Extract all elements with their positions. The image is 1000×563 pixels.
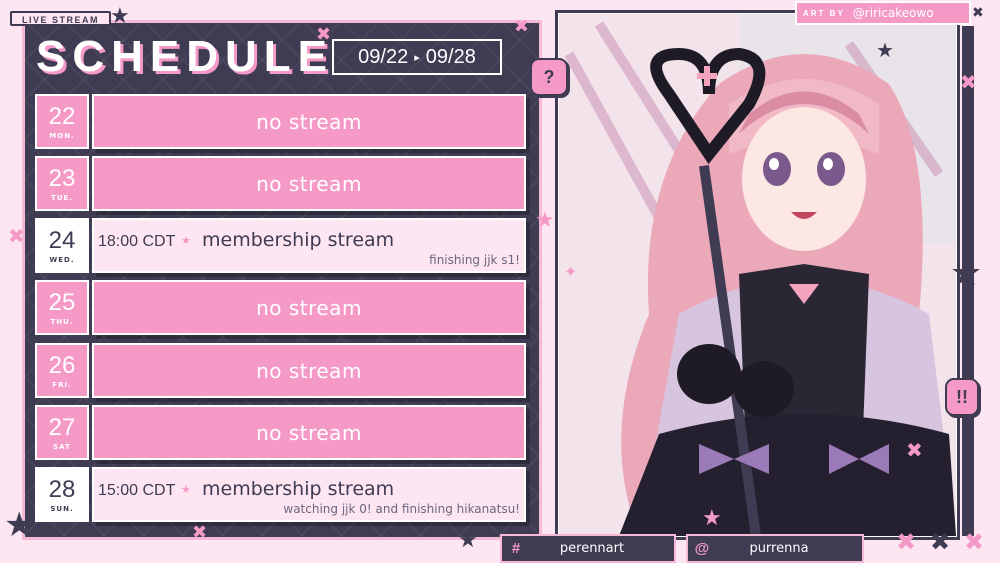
day-badge: 26 FRI. [35,343,89,398]
stream-status: no stream [256,109,362,134]
schedule-row-wed[interactable]: 24 WED. 18:00 CDT ★ membership stream fi… [35,218,526,273]
stream-note: finishing jjk s1! [429,253,520,267]
stream-time: 18:00 CDT [98,233,176,250]
social-name: purrenna [749,541,809,556]
row-content: 15:00 CDT ★ membership stream watching j… [92,467,526,522]
schedule-row-tue[interactable]: 23 TUE. no stream [35,156,526,211]
hashtag-icon: # [511,540,521,557]
sparkle-icon: ✦ [564,262,578,281]
day-badge: 22 MON. [35,94,89,149]
row-content: no stream [92,94,526,149]
row-content: no stream [92,405,526,460]
stream-status: no stream [256,171,362,196]
cross-icon: ✖ [964,528,985,556]
schedule-row-thu[interactable]: 25 THU. no stream [35,280,526,335]
social-handle[interactable]: @ purrenna [686,534,864,563]
day-number: 26 [48,351,76,379]
cross-icon: ✖ [972,5,984,21]
star-icon: ★ [950,253,983,294]
social-name: perennart [559,541,625,556]
stream-status: no stream [256,358,362,383]
stream-status: no stream [256,420,362,445]
row-content: no stream [92,280,526,335]
at-icon: @ [694,540,710,557]
character-artwork [559,14,956,536]
art-credit-handle: @riricakeowo [852,6,934,20]
day-badge: 24 WED. [35,218,89,273]
day-of-week: WED. [49,255,75,264]
exclaim-bubble-icon: !! [945,378,979,416]
day-number: 28 [48,475,76,503]
day-of-week: SUN. [50,504,74,513]
range-arrow-icon: ▸ [414,51,420,64]
row-content: 18:00 CDT ★ membership stream finishing … [92,218,526,273]
cross-icon: ✖ [960,70,977,94]
schedule-row-mon[interactable]: 22 MON. no stream [35,94,526,149]
schedule-row-sun[interactable]: 28 SUN. 15:00 CDT ★ membership stream wa… [35,467,526,522]
stream-time: 15:00 CDT [98,482,176,499]
star-icon: ★ [458,528,478,553]
range-start: 09/22 [358,45,409,68]
star-icon: ★ [110,4,130,29]
cross-icon: ✖ [316,24,332,45]
cross-icon: ✖ [8,224,25,248]
star-icon: ★ [181,483,191,496]
cross-icon: ✖ [906,438,923,462]
social-hashtag[interactable]: # perennart [500,534,676,563]
star-icon: ★ [876,38,894,62]
day-number: 24 [48,226,76,254]
range-end: 09/28 [425,45,476,68]
cross-icon: ✖ [192,522,208,543]
star-icon: ★ [4,505,35,545]
art-credit-label: ART BY [803,8,845,18]
day-badge: 27 SAT [35,405,89,460]
cross-icon: ✖ [896,528,917,556]
star-icon: ★ [535,208,555,233]
day-number: 22 [48,102,76,130]
art-credit: ART BY @riricakeowo [795,1,971,25]
day-of-week: SAT [53,442,71,451]
day-number: 25 [48,288,76,316]
day-badge: 25 THU. [35,280,89,335]
stream-status: membership stream [202,229,395,251]
day-of-week: FRI. [52,380,72,389]
schedule-row-sat[interactable]: 27 SAT no stream [35,405,526,460]
day-of-week: TUE. [51,193,73,202]
stream-status: no stream [256,295,362,320]
cross-icon: ✖ [930,528,951,556]
star-icon: ★ [181,234,191,247]
day-of-week: THU. [50,317,74,326]
day-number: 27 [48,413,76,441]
day-of-week: MON. [49,131,75,140]
row-content: no stream [92,343,526,398]
stream-note: watching jjk 0! and finishing hikanatsu! [283,502,520,516]
question-bubble-icon: ? [530,58,568,96]
cross-icon: ✖ [514,16,530,37]
star-icon: ★ [702,506,722,531]
live-stream-tag: LIVE STREAM [10,11,112,26]
day-badge: 28 SUN. [35,467,89,522]
row-content: no stream [92,156,526,211]
day-badge: 23 TUE. [35,156,89,211]
date-range: 09/22 ▸ 09/28 [332,39,502,75]
stream-status: membership stream [202,478,395,500]
schedule-row-fri[interactable]: 26 FRI. no stream [35,343,526,398]
day-number: 23 [48,164,76,192]
page-title: SCHEDULE [36,32,335,81]
